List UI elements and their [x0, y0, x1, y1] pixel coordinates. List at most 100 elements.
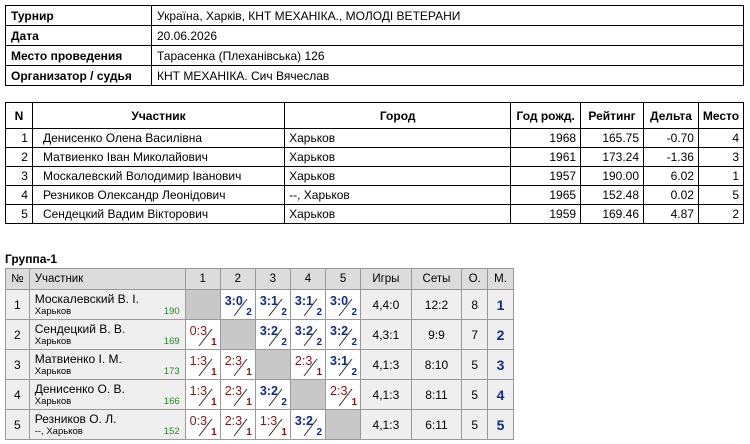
match-points: 2: [351, 307, 358, 318]
match-cell[interactable]: 3:2 2: [254, 319, 291, 350]
participant-delta: -1.36: [643, 147, 699, 167]
match-points: 1: [211, 427, 217, 438]
group-player-name[interactable]: Москалевский В. І.: [35, 292, 181, 306]
info-value: КНТ МЕХАНІКА. Сич Вячеслав: [151, 65, 744, 86]
group-player-city: Харьков: [34, 395, 72, 407]
match-cell[interactable]: 2:3 1: [325, 379, 362, 410]
info-row: Организатор / судья КНТ МЕХАНІКА. Сич Вяч…: [5, 65, 744, 86]
group-player-rating: 166: [163, 396, 180, 407]
group-col-4: 4: [289, 268, 327, 290]
participant-row: 3 Москалевский Володимир Іванович Харьков 1…: [5, 166, 745, 186]
group-player-name[interactable]: Денисенко О. В.: [35, 382, 181, 396]
participant-rating: 152.48: [580, 185, 645, 205]
match-cell[interactable]: 2:3 1: [219, 349, 256, 380]
participant-birth-year: 1957: [510, 166, 582, 186]
participant-rating: 165.75: [580, 128, 645, 148]
participant-rating: 190.00: [580, 166, 645, 186]
match-points: 1: [246, 427, 252, 438]
group-player-cell: Сендецкий В. В. Харьков 169: [28, 319, 186, 350]
info-value: Тарасенка (Плеханівська) 126: [151, 45, 744, 66]
match-cell[interactable]: 1:3 1: [184, 379, 221, 410]
match-points: 2: [281, 337, 287, 348]
participant-delta: 0.02: [643, 185, 699, 205]
match-cell[interactable]: 2:3 1: [219, 409, 256, 440]
group-col-points: О.: [461, 268, 489, 290]
match-points: 2: [246, 307, 252, 318]
info-key: Турнир: [5, 5, 152, 26]
group-row-number: 2: [5, 319, 30, 350]
group-games: 4,3:1: [360, 319, 412, 350]
match-cell[interactable]: 3:1 2: [254, 289, 291, 320]
group-place: 5: [487, 409, 514, 440]
match-cell[interactable]: 1:3 1: [254, 409, 291, 440]
participant-name: Резников Олександр Леонідович: [31, 185, 286, 205]
group-row: 2 Сендецкий В. В. Харьков 169 0:3 1 3:2 2 3:2 2 3:…: [5, 319, 514, 350]
group-col-3: 3: [254, 268, 291, 290]
match-points: 1: [281, 427, 287, 438]
participant-row: 4 Резников Олександр Леонідович --, Харько…: [5, 185, 745, 205]
participant-birth-year: 1968: [510, 128, 582, 148]
col-n: N: [5, 102, 33, 129]
group-row-number: 1: [5, 289, 30, 320]
group-player-rating: 169: [163, 336, 180, 347]
match-cell[interactable]: 3:2 2: [254, 379, 291, 410]
group-player-cell: Москалевский В. І. Харьков 190: [28, 289, 186, 320]
participant-number: 4: [5, 185, 33, 205]
match-cell[interactable]: 3:1 2: [325, 349, 362, 380]
match-cell[interactable]: 2:3 1: [289, 349, 327, 380]
participant-delta: 6.02: [643, 166, 699, 186]
group-points: 5: [461, 409, 489, 440]
match-cell[interactable]: 0:3 1: [184, 409, 221, 440]
col-birth-year: Год рожд.: [510, 102, 582, 129]
match-points: 1: [211, 367, 217, 378]
participant-city: Харьков: [284, 204, 512, 224]
col-delta: Дельта: [643, 102, 699, 129]
match-cell[interactable]: 3:0 2: [325, 289, 362, 320]
match-cell[interactable]: 3:2 2: [289, 409, 327, 440]
match-cell[interactable]: 3:2 2: [325, 319, 362, 350]
group-player-rating: 190: [163, 306, 180, 317]
group-player-city: Харьков: [34, 365, 72, 377]
group-player-rating: 152: [163, 426, 180, 437]
participant-rating: 169.46: [580, 204, 645, 224]
participant-place: 5: [697, 185, 745, 205]
participant-place: 3: [697, 147, 745, 167]
participant-birth-year: 1961: [510, 147, 582, 167]
match-cell[interactable]: 3:2 2: [289, 319, 327, 350]
group-player-name[interactable]: Сендецкий В. В.: [35, 322, 181, 336]
group-sets: 8:11: [410, 379, 463, 410]
group-player-name[interactable]: Резников О. Л.: [35, 412, 181, 426]
group-place: 4: [487, 379, 514, 410]
group-title: Группа-1: [5, 252, 58, 266]
group-player-city: Харьков: [34, 305, 72, 317]
participant-number: 1: [5, 128, 33, 148]
participant-number: 3: [5, 166, 33, 186]
match-points: 1: [316, 367, 323, 378]
participant-row: 5 Сендецкий Вадим Вікторович Харьков 1959 16…: [5, 204, 745, 224]
participant-row: 2 Матвиенко Іван Миколайович Харьков 1961 17…: [5, 147, 745, 167]
participant-name: Денисенко Олена Василівна: [31, 128, 286, 148]
group-player-city: --, Харьков: [34, 425, 83, 437]
info-row: Турнир Україна, Харків, КНТ МЕХАНІКА., МО…: [5, 5, 744, 26]
match-cell[interactable]: 3:1 2: [289, 289, 327, 320]
group-sets: 9:9: [410, 319, 463, 350]
group-place: 2: [487, 319, 514, 350]
group-games: 4,1:3: [360, 379, 412, 410]
group-games: 4,4:0: [360, 289, 412, 320]
match-cell[interactable]: 3:0 2: [219, 289, 256, 320]
info-row: Дата 20.06.2026: [5, 25, 744, 46]
group-col-sets: Сеты: [410, 268, 463, 290]
participant-delta: -0.70: [643, 128, 699, 148]
group-points: 8: [461, 289, 489, 320]
group-player-cell: Матвиенко І. М. Харьков 173: [28, 349, 186, 380]
group-col-1: 1: [184, 268, 221, 290]
match-cell[interactable]: 2:3 1: [219, 379, 256, 410]
group-player-name[interactable]: Матвиенко І. М.: [35, 352, 181, 366]
group-games: 4,1:3: [360, 409, 412, 440]
group-col-2: 2: [219, 268, 256, 290]
info-key: Организатор / судья: [5, 65, 152, 86]
match-cell[interactable]: 0:3 1: [184, 319, 221, 350]
group-player-cell: Денисенко О. В. Харьков 166: [28, 379, 186, 410]
match-cell[interactable]: 1:3 1: [184, 349, 221, 380]
participant-rating: 173.24: [580, 147, 645, 167]
